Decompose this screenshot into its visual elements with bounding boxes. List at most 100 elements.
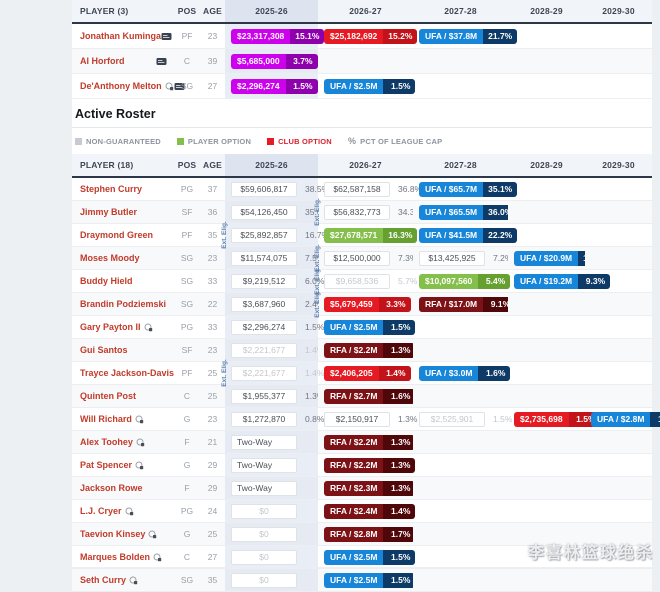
ufa-badge: UFA / $65.5M36.0% bbox=[419, 205, 517, 220]
salary-cell: $2,221,6771.4% bbox=[225, 339, 318, 362]
salary-cell: $1,955,3771.3% bbox=[225, 385, 318, 408]
badge-value: UFA / $2.5M bbox=[324, 573, 383, 588]
player-cell: Alex Toohey bbox=[72, 431, 174, 454]
salary-cell: $1,272,8700.8% bbox=[225, 408, 318, 431]
player-link[interactable]: Alex Toohey bbox=[80, 437, 133, 447]
column-header-2026-27: 2026-27 bbox=[318, 0, 413, 23]
salary-cell bbox=[413, 569, 508, 592]
legend-item-non-guaranteed: NON-GUARANTEED bbox=[75, 137, 161, 146]
salary-cell: RFA / $2.2M1.3% bbox=[318, 431, 413, 454]
age-cell: 22 bbox=[200, 293, 225, 316]
player-link[interactable]: Gui Santos bbox=[80, 345, 128, 355]
salary-cell: UFA / $37.8M21.7% bbox=[413, 23, 508, 49]
salary-cell: $2,735,6981.5% bbox=[508, 408, 585, 431]
ufa-badge: UFA / $2.8M1.5% bbox=[591, 412, 660, 427]
ufa-badge: UFA / $2.5M1.5% bbox=[324, 573, 415, 588]
pos-cell: SG bbox=[174, 569, 200, 592]
roster-player-row: Brandin PodziemskiSG22$3,687,9602.4%Ext.… bbox=[72, 293, 652, 316]
pos-cell: SF bbox=[174, 201, 200, 224]
salary-value-box: $9,658,536 bbox=[324, 274, 390, 289]
badge-value: RFA / $2.2M bbox=[324, 435, 383, 450]
column-header-player-3: PLAYER (3) bbox=[72, 0, 174, 23]
player-cell: Buddy Hield bbox=[72, 270, 174, 293]
player-link[interactable]: Draymond Green bbox=[80, 230, 153, 240]
salary-value-box: $0 bbox=[231, 504, 297, 519]
salary-cell: RFA / $2.2M1.3% bbox=[318, 454, 413, 477]
badge-value: RFA / $17.0M bbox=[419, 297, 483, 312]
pos-cell: SF bbox=[174, 339, 200, 362]
salary-value-box: $9,219,512 bbox=[231, 274, 297, 289]
salary-cell: $0 bbox=[225, 500, 318, 523]
age-cell: 25 bbox=[200, 523, 225, 546]
salary-cell bbox=[508, 477, 585, 500]
player-link[interactable]: Gary Payton II bbox=[80, 322, 141, 332]
player-link[interactable]: Marques Bolden bbox=[80, 552, 150, 562]
player-link[interactable]: Jimmy Butler bbox=[80, 207, 137, 217]
player-link[interactable]: Pat Spencer bbox=[80, 460, 132, 470]
age-cell: 39 bbox=[200, 49, 225, 74]
salary-cell bbox=[508, 224, 585, 247]
player-cell: Pat Spencer bbox=[72, 454, 174, 477]
player-note-icon bbox=[165, 82, 174, 91]
player-link[interactable]: Jonathan Kuminga bbox=[80, 31, 161, 41]
player-link[interactable]: Seth Curry bbox=[80, 575, 126, 585]
player-link[interactable]: De'Anthony Melton bbox=[80, 81, 162, 91]
roster-player-row: Pat SpencerG29Two-WayRFA / $2.2M1.3% bbox=[72, 454, 652, 477]
salary-cell bbox=[585, 224, 652, 247]
salary-cell bbox=[585, 316, 652, 339]
salary-value-box: $59,606,817 bbox=[231, 182, 297, 197]
badge-pct: 1.5% bbox=[383, 573, 415, 588]
age-cell: 33 bbox=[200, 316, 225, 339]
cap-badge: $5,685,0003.7% bbox=[231, 54, 318, 69]
player-link[interactable]: Will Richard bbox=[80, 414, 132, 424]
player-link[interactable]: Buddy Hield bbox=[80, 276, 133, 286]
percent-icon: % bbox=[348, 136, 356, 146]
salary-value-box: $25,892,857 bbox=[231, 228, 297, 243]
legend-label: PLAYER OPTION bbox=[188, 137, 251, 146]
roster-player-row: Jackson RoweF29Two-WayRFA / $2.3M1.3% bbox=[72, 477, 652, 500]
salary-cell: RFA / $2.8M1.7% bbox=[318, 523, 413, 546]
pos-cell: C bbox=[174, 546, 200, 569]
column-header-2028-29: 2028-29 bbox=[508, 154, 585, 177]
salary-cell: Ext. Elig.$12,500,0007.3% bbox=[318, 247, 413, 270]
salary-cell: UFA / $2.5M1.5% bbox=[318, 74, 413, 99]
roster-player-row: Stephen CurryPG37$59,606,81738.5%$62,587… bbox=[72, 177, 652, 201]
age-cell: 25 bbox=[200, 385, 225, 408]
badge-value: UFA / $65.7M bbox=[419, 182, 483, 197]
player-link[interactable]: Trayce Jackson-Davis bbox=[80, 368, 174, 378]
salary-cell: $5,685,0003.7% bbox=[225, 49, 318, 74]
salary-value-box: $1,272,870 bbox=[231, 412, 297, 427]
player-link[interactable]: Stephen Curry bbox=[80, 184, 142, 194]
column-header-age: AGE bbox=[200, 0, 225, 23]
player-link[interactable]: Quinten Post bbox=[80, 391, 136, 401]
age-cell: 24 bbox=[200, 500, 225, 523]
badge-pct: 1.4% bbox=[379, 366, 411, 381]
roster-table: PLAYER (18)POSAGE2025-262026-272027-2820… bbox=[72, 154, 652, 592]
salary-cell: $3,687,9602.4% bbox=[225, 293, 318, 316]
badge-value: UFA / $19.2M bbox=[514, 274, 578, 289]
salary-cell: Ext. Elig.$56,832,77334.3% bbox=[318, 201, 413, 224]
salary-cell bbox=[508, 546, 585, 569]
player-note-icon bbox=[144, 323, 153, 332]
player-link[interactable]: Jackson Rowe bbox=[80, 483, 143, 493]
player-link[interactable]: L.J. Cryer bbox=[80, 506, 122, 516]
player-cell: Gui Santos bbox=[72, 339, 174, 362]
player-link[interactable]: Taevion Kinsey bbox=[80, 529, 145, 539]
player-link[interactable]: Brandin Podziemski bbox=[80, 299, 166, 309]
salary-cell bbox=[585, 385, 652, 408]
badge-value: $10,097,560 bbox=[419, 274, 478, 289]
player-note-icon bbox=[125, 507, 134, 516]
player-link[interactable]: Al Horford bbox=[80, 56, 125, 66]
salary-cell bbox=[508, 177, 585, 201]
column-header-2029-30: 2029-30 bbox=[585, 0, 652, 23]
column-header-2025-26: 2025-26 bbox=[225, 0, 318, 23]
ufa-badge: UFA / $37.8M21.7% bbox=[419, 29, 517, 44]
badge-value: RFA / $2.2M bbox=[324, 458, 383, 473]
player-link[interactable]: Moses Moody bbox=[80, 253, 140, 263]
pos-cell: PG bbox=[174, 316, 200, 339]
badge-pct: 3.7% bbox=[286, 54, 318, 69]
club-option-badge: $2,406,2051.4% bbox=[324, 366, 411, 381]
badge-value: $27,678,571 bbox=[324, 228, 383, 243]
salary-cell: $0 bbox=[225, 569, 318, 592]
roster-player-row: Will RichardG23$1,272,8700.8%$2,150,9171… bbox=[72, 408, 652, 431]
